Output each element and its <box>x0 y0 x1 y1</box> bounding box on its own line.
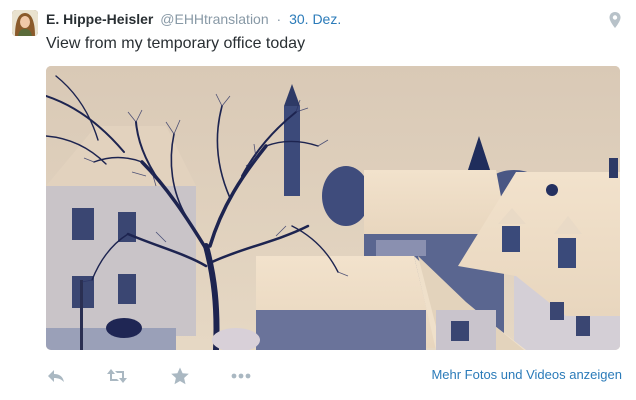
location-pin-icon[interactable] <box>608 11 622 29</box>
tweet-text: View from my temporary office today <box>46 35 306 52</box>
reply-icon[interactable] <box>46 366 66 386</box>
fullname[interactable]: E. Hippe-Heisler <box>46 11 153 27</box>
separator-dot: · <box>276 11 282 27</box>
avatar[interactable] <box>12 10 38 36</box>
tweet: E. Hippe-Heisler @EHHtranslation · 30. D… <box>0 0 636 400</box>
tweet-photo[interactable] <box>46 66 620 350</box>
snowy-rooftops-photo <box>46 66 620 350</box>
username[interactable]: @EHHtranslation <box>160 11 268 27</box>
tweet-header: E. Hippe-Heisler @EHHtranslation · 30. D… <box>46 10 341 28</box>
star-icon[interactable] <box>170 366 190 386</box>
timestamp-link[interactable]: 30. Dez. <box>289 11 341 27</box>
retweet-icon[interactable] <box>106 366 128 386</box>
avatar-image <box>12 10 38 36</box>
more-dots-icon[interactable] <box>230 366 252 386</box>
more-photos-videos-link[interactable]: Mehr Fotos und Videos anzeigen <box>431 366 622 384</box>
